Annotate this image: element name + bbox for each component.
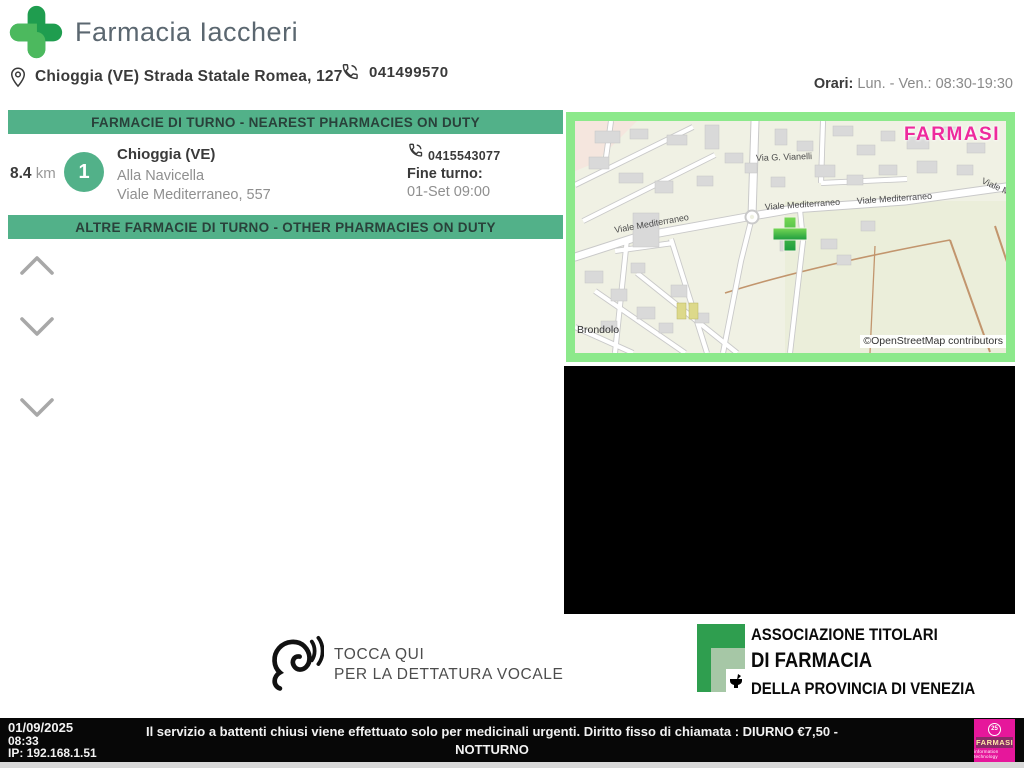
- shift-end-value: 01-Set 09:00: [407, 184, 491, 200]
- chevron-down-icon: [20, 317, 54, 336]
- rank-badge: 1: [64, 152, 104, 192]
- header-phone: 041499570: [340, 62, 449, 82]
- opening-hours-label: Orari:: [813, 76, 854, 92]
- scroll-down-button[interactable]: [18, 315, 56, 339]
- phone-icon: [409, 143, 423, 157]
- nearest-pharmacies-banner: FARMACIE DI TURNO - NEAREST PHARMACIES O…: [8, 110, 563, 134]
- pharmacy-phone: 041499570: [369, 63, 449, 81]
- voice-dictation-button[interactable]: TOCCA QUI PER LA DETTATURA VOCALE: [264, 632, 564, 698]
- place-label: Brondolo: [577, 324, 619, 336]
- association-line3: DELLA PROVINCIA DI VENEZIA: [751, 679, 976, 698]
- footer-notice-line1: Il servizio a battenti chiusi viene effe…: [145, 724, 839, 757]
- mortar-pestle-icon: [729, 673, 742, 688]
- map-attribution: ©OpenStreetMap contributors: [860, 335, 1006, 348]
- chevron-down-icon: [20, 398, 54, 417]
- street-label: Via G. Vianelli: [756, 151, 813, 163]
- bottom-strip: [0, 762, 1024, 768]
- voice-line2: PER LA DETTATURA VOCALE: [334, 666, 564, 683]
- association-logo: ASSOCIAZIONE TITOLARI DI FARMACIA DELLA …: [697, 624, 1006, 699]
- farmasi-brand-name: FARMASI: [976, 736, 1014, 748]
- footer-date: 01/09/2025: [8, 720, 74, 735]
- map-canvas: Via G. Vianelli Viale Mediterraneo Viale…: [575, 121, 1006, 353]
- opening-hours-value: Lun. - Ven.: 08:30-19:30: [853, 76, 1013, 92]
- duty-city: Chioggia (VE): [117, 146, 216, 163]
- other-pharmacies-banner: ALTRE FARMACIE DI TURNO - OTHER PHARMACI…: [8, 215, 563, 239]
- distance-value: 8.4: [10, 165, 32, 182]
- page-down-button[interactable]: [18, 396, 56, 420]
- scroll-up-button[interactable]: [18, 253, 56, 277]
- distance: 8.4 km: [10, 165, 56, 183]
- farmasi-map-logo: FARMASI: [904, 124, 1000, 145]
- duty-street: Viale Mediterraneo, 557: [117, 187, 271, 203]
- association-line2: DI FARMACIA: [751, 649, 873, 672]
- association-emblem-icon: [697, 624, 745, 692]
- video-panel: [564, 366, 1015, 614]
- map-panel[interactable]: Via G. Vianelli Viale Mediterraneo Viale…: [566, 112, 1015, 362]
- footer-ip: IP: 192.168.1.51: [8, 746, 97, 760]
- chevron-up-icon: [20, 256, 54, 275]
- duty-phone: 0415543077: [428, 149, 501, 163]
- farmasi-footer-logo: 25 FARMASI information technology: [974, 719, 1015, 762]
- shift-end-label: Fine turno:: [407, 166, 483, 182]
- duty-pharmacy-item[interactable]: 8.4 km 1 Chioggia (VE) Alla Navicella Vi…: [8, 134, 563, 215]
- footer-bar: 01/09/2025 08:33 IP: 192.168.1.51 Il ser…: [0, 718, 1024, 768]
- association-line1: ASSOCIAZIONE TITOLARI: [751, 625, 938, 644]
- address-row: Chioggia (VE) Strada Statale Romea, 127: [8, 64, 343, 90]
- location-pin-icon: [10, 67, 26, 88]
- pharmacy-address: Chioggia (VE) Strada Statale Romea, 127: [35, 68, 343, 85]
- street-map[interactable]: Via G. Vianelli Viale Mediterraneo Viale…: [575, 121, 1006, 353]
- pharmacy-cross-logo-icon: [9, 5, 63, 59]
- phone-icon: [342, 64, 358, 80]
- distance-unit: km: [31, 165, 56, 182]
- ear-icon: [272, 635, 324, 691]
- kiosk-screen: Farmacia Iaccheri Chioggia (VE) Strada S…: [0, 0, 1024, 768]
- farmasi-anniversary-badge: 25: [988, 722, 1001, 736]
- duty-pharmacy-name: Alla Navicella: [117, 168, 205, 184]
- footer-status: 01/09/2025 08:33 IP: 192.168.1.51: [8, 720, 97, 760]
- page-title: Farmacia Iaccheri: [75, 17, 299, 47]
- duty-details: 0415543077 Fine turno: 01-Set 09:00: [407, 142, 501, 200]
- voice-line1: TOCCA QUI: [334, 646, 425, 663]
- opening-hours: Orari: Lun. - Ven.: 08:30-19:30: [814, 76, 1013, 92]
- farmasi-tagline: information technology: [974, 748, 999, 759]
